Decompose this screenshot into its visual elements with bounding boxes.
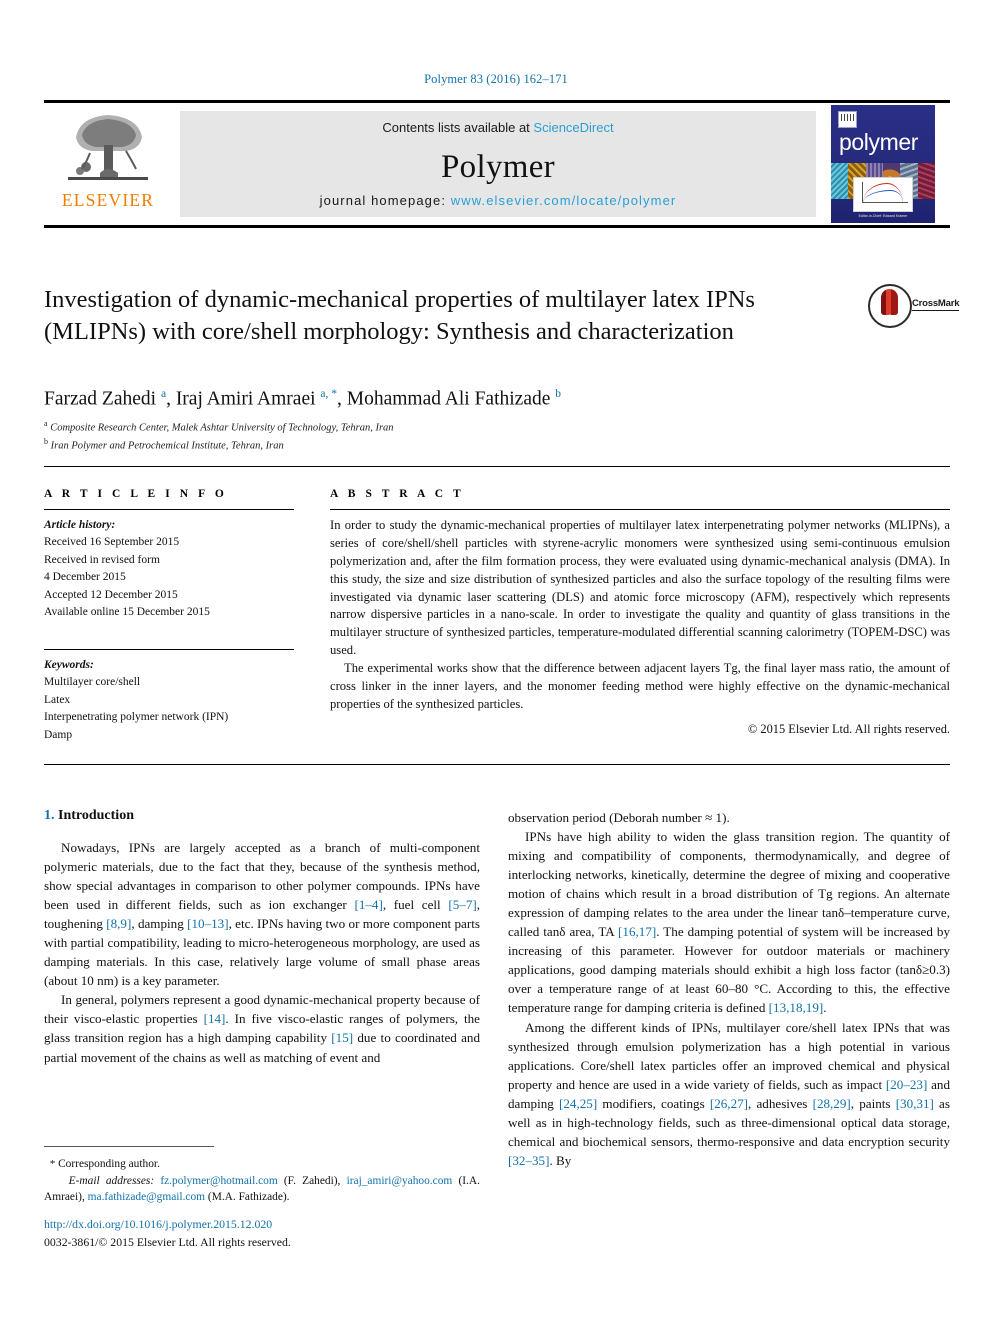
keywords-rule bbox=[44, 648, 294, 650]
article-info-rule bbox=[44, 509, 294, 510]
intro-text-right: observation period (Deborah number ≈ 1).… bbox=[508, 808, 950, 1170]
body-column-left: 1. Introduction Nowadays, IPNs are large… bbox=[44, 808, 480, 1067]
journal-panel: Contents lists available at ScienceDirec… bbox=[180, 111, 816, 217]
email-link[interactable]: fz.polymer@hotmail.com bbox=[160, 1175, 277, 1187]
email-addresses-line: E-mail addresses: fz.polymer@hotmail.com… bbox=[44, 1173, 480, 1205]
body-paragraph: IPNs have high ability to widen the glas… bbox=[508, 829, 950, 1016]
abstract-copyright: © 2015 Elsevier Ltd. All rights reserved… bbox=[747, 721, 950, 736]
abstract-rule bbox=[330, 509, 950, 510]
cover-inset-chart bbox=[853, 177, 913, 212]
crossmark-label: CrossMark bbox=[912, 298, 960, 311]
doi-link[interactable]: http://dx.doi.org/10.1016/j.polymer.2015… bbox=[44, 1216, 480, 1234]
running-head: Polymer 83 (2016) 162–171 bbox=[424, 72, 568, 86]
info-band-bottom-rule bbox=[44, 764, 950, 765]
email-owner: (M.A. Fathizade). bbox=[207, 1190, 290, 1203]
keywords-block: Keywords: Multilayer core/shell Latex In… bbox=[44, 657, 294, 744]
issn-copyright-line: 0032-3861/© 2015 Elsevier Ltd. All right… bbox=[44, 1234, 291, 1249]
keywords-label: Keywords: bbox=[44, 658, 94, 671]
affiliation-b: b Iran Polymer and Petrochemical Institu… bbox=[44, 436, 284, 452]
email-owner: (F. Zahedi), bbox=[283, 1174, 341, 1187]
history-item: 4 December 2015 bbox=[44, 571, 126, 584]
page-title: Investigation of dynamic-mechanical prop… bbox=[44, 286, 755, 345]
abstract-body: In order to study the dynamic-mechanical… bbox=[330, 517, 950, 714]
journal-masthead: ELSEVIER Contents lists available at Sci… bbox=[44, 100, 950, 228]
body-paragraph: Among the different kinds of IPNs, multi… bbox=[508, 1019, 950, 1168]
corresponding-author-line: * Corresponding author. bbox=[44, 1156, 480, 1173]
contents-lists-line: Contents lists available at ScienceDirec… bbox=[180, 120, 816, 135]
keyword-item: Interpenetrating polymer network (IPN) bbox=[44, 711, 229, 724]
keyword-item: Damp bbox=[44, 728, 73, 741]
journal-cover-thumbnail: polymer Editor-in-Chief: Edward Kramer bbox=[816, 103, 950, 225]
intro-text-left: Nowadays, IPNs are largely accepted as a… bbox=[44, 838, 480, 1067]
article-info-column: A R T I C L E I N F O Article history: R… bbox=[44, 488, 294, 744]
article-info-label: A R T I C L E I N F O bbox=[44, 488, 228, 500]
abstract-column: A B S T R A C T In order to study the dy… bbox=[330, 488, 950, 737]
journal-article-page: Polymer 83 (2016) 162–171 ELSEVIER Conte… bbox=[0, 0, 992, 1323]
affiliation-list: a Composite Research Center, Malek Ashta… bbox=[44, 418, 950, 453]
corresponding-marker: * bbox=[49, 1158, 56, 1170]
email-label: E-mail addresses: bbox=[68, 1174, 155, 1187]
corresponding-text: Corresponding author. bbox=[58, 1158, 160, 1170]
homepage-prefix: journal homepage: bbox=[319, 193, 451, 208]
journal-title: Polymer bbox=[441, 149, 555, 185]
cover-journal-name: polymer bbox=[839, 129, 919, 155]
body-paragraph: observation period (Deborah number ≈ 1). bbox=[508, 810, 730, 825]
footnote-separator bbox=[44, 1146, 214, 1147]
section-heading-introduction: 1. Introduction bbox=[44, 808, 480, 824]
history-item: Accepted 12 December 2015 bbox=[44, 588, 178, 601]
contents-prefix: Contents lists available at bbox=[382, 120, 534, 135]
body-column-right: observation period (Deborah number ≈ 1).… bbox=[508, 808, 950, 1170]
history-item: Received 16 September 2015 bbox=[44, 536, 180, 549]
elsevier-tree-icon bbox=[56, 107, 160, 191]
journal-homepage-line: journal homepage: www.elsevier.com/locat… bbox=[180, 193, 816, 208]
affiliation-a: a Composite Research Center, Malek Ashta… bbox=[44, 419, 394, 434]
title-area: Investigation of dynamic-mechanical prop… bbox=[44, 284, 960, 347]
journal-homepage-link[interactable]: www.elsevier.com/locate/polymer bbox=[451, 193, 677, 208]
history-item: Available online 15 December 2015 bbox=[44, 606, 210, 619]
section-number: 1. bbox=[44, 808, 55, 823]
author-list: Farzad Zahedi a, Iraj Amiri Amraei a, *,… bbox=[44, 388, 562, 410]
keyword-item: Multilayer core/shell bbox=[44, 676, 141, 689]
body-paragraph: Nowadays, IPNs are largely accepted as a… bbox=[44, 840, 481, 989]
info-band-top-rule bbox=[44, 466, 950, 467]
keyword-item: Latex bbox=[44, 693, 71, 706]
section-title: Introduction bbox=[58, 808, 134, 823]
footnote-block: * Corresponding author. E-mail addresses… bbox=[44, 1156, 480, 1205]
doi-block: http://dx.doi.org/10.1016/j.polymer.2015… bbox=[44, 1216, 480, 1251]
cover-caption: Editor-in-Chief: Edward Kramer bbox=[858, 214, 908, 218]
cover-elsevier-mark-icon bbox=[838, 111, 857, 128]
elsevier-logo: ELSEVIER bbox=[44, 103, 172, 225]
email-link[interactable]: iraj_amiri@yahoo.com bbox=[347, 1175, 453, 1187]
abstract-label: A B S T R A C T bbox=[330, 488, 465, 500]
affiliation-b-text: Iran Polymer and Petrochemical Institute… bbox=[50, 440, 284, 452]
article-history-label: Article history: bbox=[44, 519, 116, 531]
history-item: Received in revised form bbox=[44, 553, 160, 566]
abstract-paragraph: In order to study the dynamic-mechanical… bbox=[330, 518, 950, 658]
crossmark-badge[interactable]: CrossMark bbox=[868, 284, 960, 330]
elsevier-wordmark: ELSEVIER bbox=[61, 190, 155, 210]
article-history-block: Article history: Received 16 September 2… bbox=[44, 517, 294, 622]
email-link[interactable]: ma.fathizade@gmail.com bbox=[88, 1191, 205, 1203]
sciencedirect-link[interactable]: ScienceDirect bbox=[533, 120, 613, 135]
body-paragraph: In general, polymers represent a good dy… bbox=[44, 992, 480, 1065]
crossmark-icon bbox=[868, 284, 912, 328]
affiliation-a-text: Composite Research Center, Malek Ashtar … bbox=[50, 422, 394, 434]
abstract-paragraph: The experimental works show that the dif… bbox=[330, 661, 950, 711]
